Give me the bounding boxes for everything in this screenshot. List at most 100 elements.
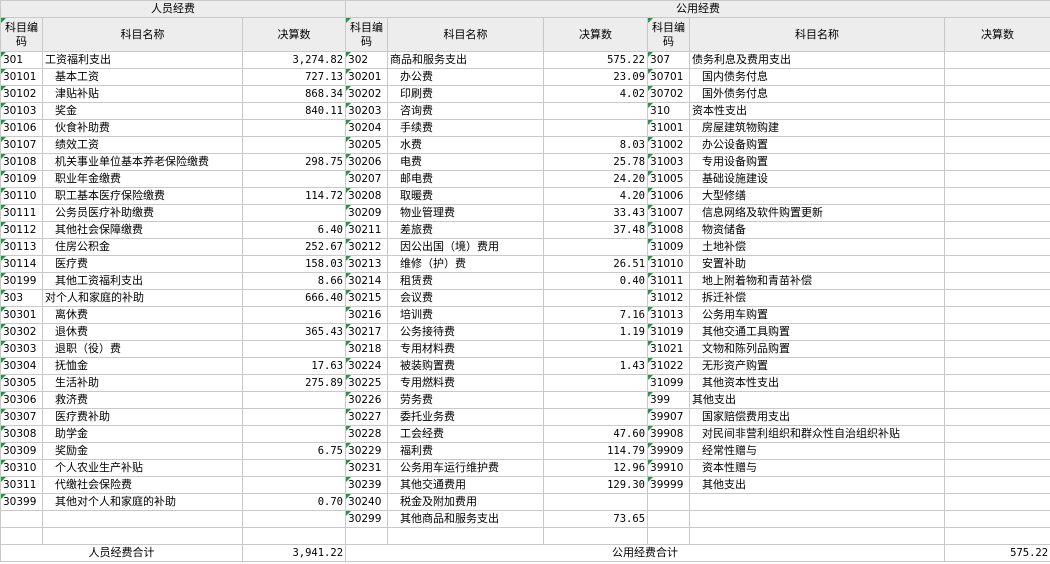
personnel-code-cell[interactable]: 30112 — [0, 221, 43, 239]
personnel-amount-cell[interactable]: 365.43 — [241, 323, 347, 341]
goods-name-cell[interactable]: 公务接待费 — [387, 323, 545, 341]
capital-name-cell[interactable]: 土地补偿 — [689, 238, 946, 256]
personnel-amount-cell[interactable]: 3,274.82 — [241, 51, 347, 69]
goods-amount-cell[interactable]: 7.16 — [543, 306, 649, 324]
capital-code-cell[interactable] — [647, 493, 691, 511]
personnel-name-cell[interactable] — [42, 527, 243, 545]
personnel-name-cell[interactable]: 绩效工资 — [42, 136, 243, 154]
personnel-name-cell[interactable]: 公务员医疗补助缴费 — [42, 204, 243, 222]
personnel-name-cell[interactable]: 助学金 — [42, 425, 243, 443]
personnel-code-cell[interactable] — [0, 510, 43, 528]
capital-name-cell[interactable]: 其他支出 — [689, 391, 946, 409]
capital-code-cell[interactable]: 31099 — [647, 374, 691, 392]
capital-name-cell[interactable]: 专用设备购置 — [689, 153, 946, 171]
personnel-name-cell[interactable]: 住房公积金 — [42, 238, 243, 256]
goods-amount-cell[interactable]: 47.60 — [543, 425, 649, 443]
capital-amount-cell[interactable] — [944, 85, 1050, 103]
goods-name-cell[interactable]: 被装购置费 — [387, 357, 545, 375]
capital-code-cell[interactable]: 39999 — [647, 476, 691, 494]
capital-code-cell[interactable]: 31021 — [647, 340, 691, 358]
capital-code-cell[interactable]: 30701 — [647, 68, 691, 86]
goods-name-cell[interactable]: 办公费 — [387, 68, 545, 86]
personnel-name-cell[interactable]: 基本工资 — [42, 68, 243, 86]
goods-amount-cell[interactable] — [543, 119, 649, 137]
personnel-name-cell[interactable]: 个人农业生产补贴 — [42, 459, 243, 477]
personnel-name-cell[interactable]: 伙食补助费 — [42, 119, 243, 137]
capital-amount-cell[interactable] — [944, 510, 1050, 528]
capital-name-cell[interactable]: 国外债务付息 — [689, 85, 946, 103]
capital-code-cell[interactable] — [647, 527, 691, 545]
goods-amount-cell[interactable] — [543, 408, 649, 426]
goods-name-cell[interactable]: 其他商品和服务支出 — [387, 510, 545, 528]
capital-code-cell[interactable]: 31011 — [647, 272, 691, 290]
goods-code-cell[interactable]: 30215 — [345, 289, 389, 307]
capital-amount-cell[interactable] — [944, 357, 1050, 375]
goods-name-cell[interactable]: 专用燃料费 — [387, 374, 545, 392]
capital-code-cell[interactable]: 39908 — [647, 425, 691, 443]
goods-code-cell[interactable]: 30229 — [345, 442, 389, 460]
capital-amount-cell[interactable] — [944, 255, 1050, 273]
goods-name-cell[interactable]: 委托业务费 — [387, 408, 545, 426]
capital-code-cell[interactable]: 31008 — [647, 221, 691, 239]
goods-amount-cell[interactable]: 73.65 — [543, 510, 649, 528]
personnel-name-cell[interactable]: 退职（役）费 — [42, 340, 243, 358]
capital-code-cell[interactable]: 310 — [647, 102, 691, 120]
personnel-code-cell[interactable]: 30306 — [0, 391, 43, 409]
personnel-name-cell[interactable]: 职工基本医疗保险缴费 — [42, 187, 243, 205]
personnel-code-cell[interactable]: 30308 — [0, 425, 43, 443]
personnel-code-cell[interactable]: 301 — [0, 51, 43, 69]
goods-amount-cell[interactable]: 33.43 — [543, 204, 649, 222]
goods-code-cell[interactable]: 30203 — [345, 102, 389, 120]
goods-name-cell[interactable]: 工会经费 — [387, 425, 545, 443]
goods-code-cell[interactable]: 30214 — [345, 272, 389, 290]
personnel-code-cell[interactable]: 30302 — [0, 323, 43, 341]
goods-amount-cell[interactable]: 4.20 — [543, 187, 649, 205]
personnel-code-cell[interactable]: 30111 — [0, 204, 43, 222]
goods-amount-cell[interactable] — [543, 289, 649, 307]
personnel-amount-cell[interactable]: 727.13 — [241, 68, 347, 86]
goods-name-cell[interactable] — [387, 527, 545, 545]
personnel-amount-cell[interactable] — [241, 119, 347, 137]
capital-code-cell[interactable]: 31001 — [647, 119, 691, 137]
personnel-code-cell[interactable]: 30102 — [0, 85, 43, 103]
public-total-value[interactable]: 575.22 — [944, 544, 1050, 562]
capital-amount-cell[interactable] — [944, 323, 1050, 341]
personnel-code-cell[interactable]: 30106 — [0, 119, 43, 137]
capital-name-cell[interactable]: 债务利息及费用支出 — [689, 51, 946, 69]
goods-amount-cell[interactable]: 0.40 — [543, 272, 649, 290]
capital-name-cell[interactable]: 其他支出 — [689, 476, 946, 494]
goods-amount-cell[interactable]: 37.48 — [543, 221, 649, 239]
goods-name-cell[interactable]: 商品和服务支出 — [387, 51, 545, 69]
capital-name-cell[interactable] — [689, 527, 946, 545]
personnel-code-cell[interactable]: 30303 — [0, 340, 43, 358]
goods-code-cell[interactable]: 30212 — [345, 238, 389, 256]
personnel-amount-cell[interactable] — [241, 459, 347, 477]
personnel-code-cell[interactable]: 303 — [0, 289, 43, 307]
capital-code-cell[interactable]: 399 — [647, 391, 691, 409]
goods-code-cell[interactable]: 30217 — [345, 323, 389, 341]
capital-code-cell[interactable]: 31005 — [647, 170, 691, 188]
personnel-code-cell[interactable]: 30110 — [0, 187, 43, 205]
personnel-code-cell[interactable]: 30101 — [0, 68, 43, 86]
goods-name-cell[interactable]: 邮电费 — [387, 170, 545, 188]
personnel-amount-cell[interactable] — [241, 340, 347, 358]
capital-amount-cell[interactable] — [944, 476, 1050, 494]
personnel-code-cell[interactable]: 30309 — [0, 442, 43, 460]
capital-name-cell[interactable]: 国家赔偿费用支出 — [689, 408, 946, 426]
capital-amount-cell[interactable] — [944, 221, 1050, 239]
personnel-name-cell[interactable]: 代缴社会保险费 — [42, 476, 243, 494]
personnel-name-cell[interactable]: 机关事业单位基本养老保险缴费 — [42, 153, 243, 171]
goods-name-cell[interactable]: 会议费 — [387, 289, 545, 307]
capital-amount-cell[interactable] — [944, 102, 1050, 120]
capital-name-cell[interactable] — [689, 493, 946, 511]
capital-code-cell[interactable]: 307 — [647, 51, 691, 69]
capital-amount-cell[interactable] — [944, 374, 1050, 392]
personnel-code-cell[interactable]: 30305 — [0, 374, 43, 392]
personnel-code-cell[interactable]: 30113 — [0, 238, 43, 256]
goods-amount-cell[interactable]: 26.51 — [543, 255, 649, 273]
goods-amount-cell[interactable]: 12.96 — [543, 459, 649, 477]
personnel-name-cell[interactable]: 工资福利支出 — [42, 51, 243, 69]
capital-name-cell[interactable]: 房屋建筑物购建 — [689, 119, 946, 137]
capital-name-cell[interactable]: 安置补助 — [689, 255, 946, 273]
capital-code-cell[interactable]: 31002 — [647, 136, 691, 154]
